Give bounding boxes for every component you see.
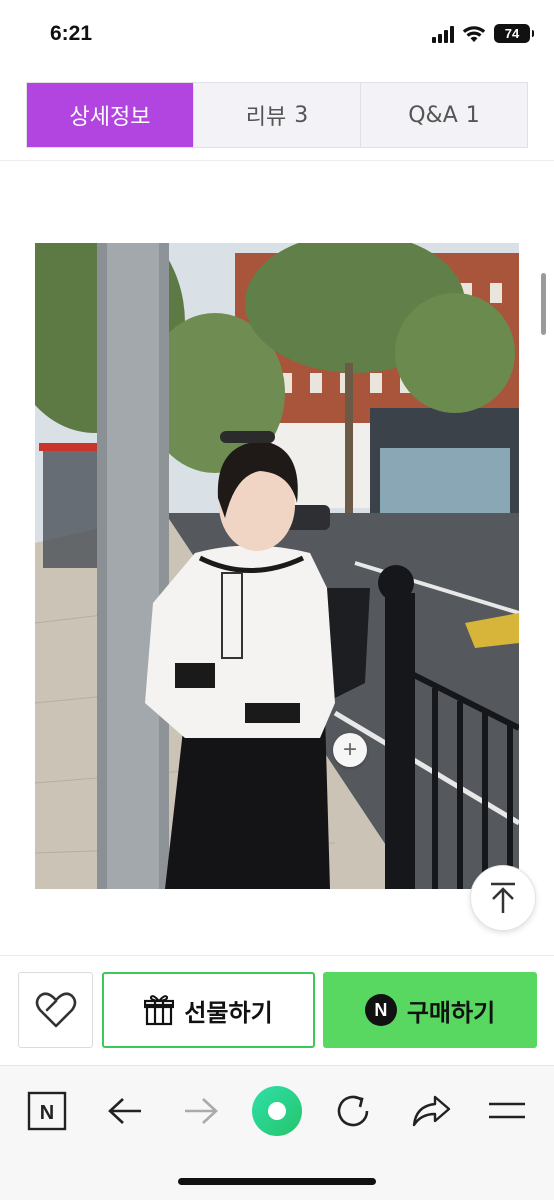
- status-bar: 6:21 74: [0, 0, 554, 70]
- status-time: 6:21: [50, 22, 93, 45]
- tab-qna-count: 1: [465, 102, 480, 128]
- menu-button[interactable]: [482, 1086, 532, 1136]
- naver-home-button[interactable]: N: [22, 1086, 72, 1136]
- wifi-icon: [462, 25, 486, 42]
- heart-icon: [35, 992, 76, 1028]
- green-dot-button[interactable]: [250, 1084, 304, 1138]
- refresh-button[interactable]: [328, 1086, 378, 1136]
- signal-icon: [432, 25, 454, 43]
- gift-button-label: 선물하기: [184, 998, 273, 1027]
- tab-qna[interactable]: Q&A 1: [361, 83, 527, 147]
- forward-arrow-icon: [185, 1098, 218, 1124]
- naver-icon: N: [27, 1091, 67, 1131]
- green-dot-icon: [252, 1086, 302, 1136]
- refresh-icon: [337, 1095, 369, 1127]
- back-button[interactable]: [100, 1086, 150, 1136]
- gift-icon: [144, 995, 175, 1026]
- tab-reviews-label: 리뷰: [245, 105, 287, 130]
- share-icon: [412, 1095, 451, 1127]
- battery-icon: 74: [494, 24, 534, 43]
- product-image[interactable]: [35, 243, 519, 889]
- menu-icon: [489, 1102, 525, 1119]
- scroll-to-top-button[interactable]: [470, 865, 536, 931]
- back-arrow-icon: [108, 1098, 141, 1124]
- svg-text:N: N: [40, 1102, 54, 1124]
- tab-reviews-count: 3: [294, 102, 309, 128]
- browser-toolbar: N: [0, 1065, 554, 1200]
- home-indicator[interactable]: [178, 1178, 376, 1185]
- tab-reviews[interactable]: 리뷰 3: [194, 83, 361, 147]
- naver-pay-icon: N: [364, 994, 397, 1026]
- divider: [0, 160, 554, 161]
- tab-details-label: 상세정보: [69, 105, 151, 130]
- purchase-action-bar: 선물하기 N 구매하기: [0, 955, 554, 1063]
- zoom-button[interactable]: +: [333, 733, 367, 767]
- wishlist-button[interactable]: [18, 972, 93, 1048]
- buy-button-label: 구매하기: [406, 998, 496, 1027]
- detail-tabs: 상세정보 리뷰 3 Q&A 1: [26, 82, 528, 148]
- forward-button[interactable]: [176, 1086, 226, 1136]
- share-button[interactable]: [406, 1086, 456, 1136]
- status-icons: 74: [432, 24, 534, 43]
- scrollbar[interactable]: [541, 273, 546, 335]
- tab-details[interactable]: 상세정보: [27, 83, 194, 147]
- tab-qna-label: Q&A: [408, 102, 458, 128]
- gift-button[interactable]: 선물하기: [102, 972, 315, 1048]
- buy-button[interactable]: N 구매하기: [323, 972, 537, 1048]
- arrow-up-icon: [491, 882, 515, 913]
